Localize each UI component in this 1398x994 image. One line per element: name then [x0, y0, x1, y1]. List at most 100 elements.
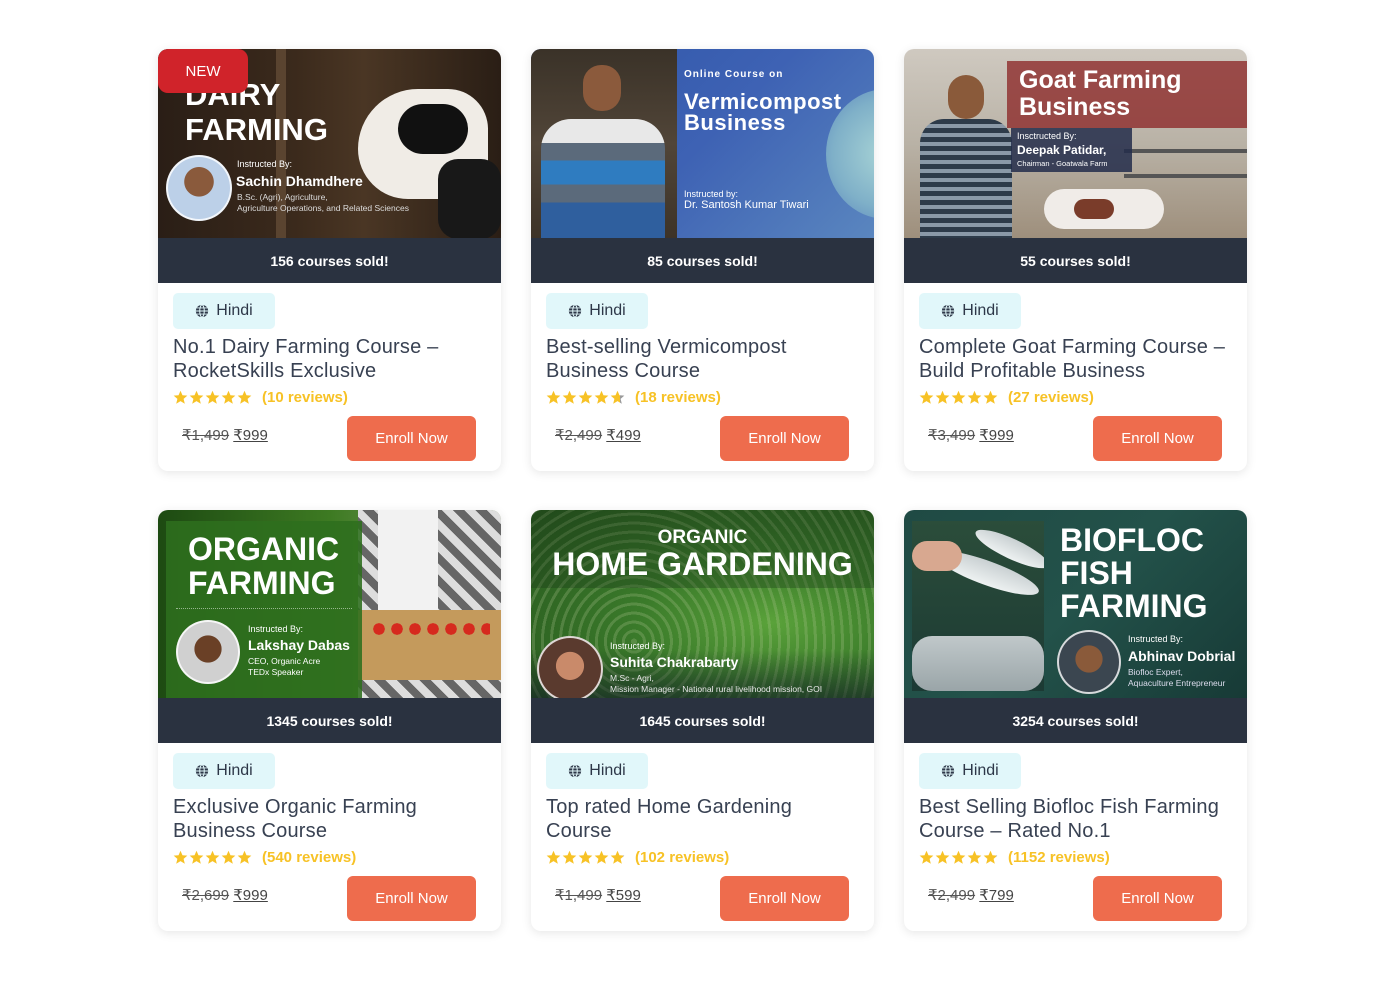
star-rating [173, 850, 252, 865]
star-rating [546, 390, 625, 405]
instructed-label: Instructed By: [248, 624, 304, 634]
courses-sold: 1345 courses sold! [158, 698, 501, 743]
course-title[interactable]: Complete Goat Farming Course – Build Pro… [919, 335, 1232, 383]
language-badge: Hindi [546, 753, 648, 789]
course-title[interactable]: No.1 Dairy Farming Course – RocketSkills… [173, 335, 486, 383]
sale-price: ₹999 [979, 427, 1014, 444]
globe-icon [196, 764, 209, 778]
course-card[interactable]: ORGANIC HOME GARDENING Instructed By: Su… [531, 510, 874, 931]
divider [176, 608, 352, 609]
star-icon [546, 390, 561, 404]
card-body: Hindi Exclusive Organic Farming Business… [158, 743, 501, 931]
price-row: ₹1,499 ₹599 Enroll Now [546, 876, 849, 921]
course-title[interactable]: Best-selling Vermicompost Business Cours… [546, 335, 859, 383]
course-thumbnail[interactable]: NEW DAIRY FARMING Instructed By: Sachin … [158, 49, 501, 238]
courses-sold: 3254 courses sold! [904, 698, 1247, 743]
new-badge: NEW [158, 49, 248, 93]
course-title[interactable]: Exclusive Organic Farming Business Cours… [173, 795, 486, 843]
rating: (27 reviews) [919, 385, 1232, 409]
course-card[interactable]: NEW DAIRY FARMING Instructed By: Sachin … [158, 49, 501, 471]
star-icon [221, 390, 236, 404]
course-card[interactable]: BIOFLOC FISH FARMING Instructed By: Abhi… [904, 510, 1247, 931]
review-count[interactable]: (18 reviews) [635, 389, 721, 406]
star-icon [189, 390, 204, 404]
instructor-name: Deepak Patidar, [1017, 143, 1107, 157]
original-price: ₹2,499 [928, 887, 976, 904]
star-icon [562, 390, 577, 404]
card-body: Hindi Complete Goat Farming Course – Bui… [904, 283, 1247, 471]
globe-icon [942, 304, 955, 318]
card-body: Hindi No.1 Dairy Farming Course – Rocket… [158, 283, 501, 471]
language-badge: Hindi [919, 753, 1021, 789]
instructed-label: Instructed By: [1128, 634, 1184, 644]
instructed-label: Insctructed By: [1017, 131, 1077, 141]
language-label: Hindi [216, 302, 253, 319]
instructor-credentials: Chairman - Goatwala Farm [1017, 159, 1108, 168]
instructor-name: Sachin Dhamdhere [236, 173, 363, 189]
instructor-avatar [537, 636, 603, 698]
course-card[interactable]: ORGANIC FARMING Instructed By: Lakshay D… [158, 510, 501, 931]
course-title[interactable]: Best Selling Biofloc Fish Farming Course… [919, 795, 1232, 843]
course-thumbnail[interactable]: Goat Farming Business Insctructed By: De… [904, 49, 1247, 238]
star-icon [935, 390, 950, 404]
star-icon [578, 850, 593, 864]
enroll-now-button[interactable]: Enroll Now [720, 416, 849, 461]
star-icon [967, 390, 982, 404]
star-icon [919, 390, 934, 404]
price-row: ₹2,499 ₹499 Enroll Now [546, 416, 849, 461]
course-thumbnail[interactable]: ORGANIC HOME GARDENING Instructed By: Su… [531, 510, 874, 698]
course-thumbnail[interactable]: BIOFLOC FISH FARMING Instructed By: Abhi… [904, 510, 1247, 698]
instructed-label: Instructed By: [610, 641, 666, 651]
instructor-credentials: B.Sc. (Agri), Agriculture, Agriculture O… [237, 192, 409, 213]
star-rating [546, 850, 625, 865]
star-icon [983, 390, 998, 404]
review-count[interactable]: (10 reviews) [262, 389, 348, 406]
instructor-name: Dr. Santosh Kumar Tiwari [684, 199, 809, 211]
star-icon [578, 390, 593, 404]
thumbnail-heading: Goat Farming Business [1019, 66, 1182, 121]
instructor-credentials: M.Sc - Agri, Mission Manager - National … [610, 673, 823, 694]
review-count[interactable]: (102 reviews) [635, 849, 729, 866]
course-card[interactable]: Goat Farming Business Insctructed By: De… [904, 49, 1247, 471]
courses-sold: 55 courses sold! [904, 238, 1247, 283]
sale-price: ₹999 [233, 887, 268, 904]
enroll-now-button[interactable]: Enroll Now [720, 876, 849, 921]
sale-price: ₹999 [233, 427, 268, 444]
instructor-avatar [176, 620, 240, 684]
price-row: ₹1,499 ₹999 Enroll Now [173, 416, 476, 461]
star-icon [951, 850, 966, 864]
review-count[interactable]: (540 reviews) [262, 849, 356, 866]
star-icon [594, 390, 609, 404]
review-count[interactable]: (27 reviews) [1008, 389, 1094, 406]
star-icon [205, 850, 220, 864]
star-icon [983, 850, 998, 864]
price-row: ₹3,499 ₹999 Enroll Now [919, 416, 1222, 461]
courses-sold: 1645 courses sold! [531, 698, 874, 743]
rating: (10 reviews) [173, 385, 486, 409]
price: ₹2,499 ₹499 [546, 416, 641, 444]
course-thumbnail[interactable]: ORGANIC FARMING Instructed By: Lakshay D… [158, 510, 501, 698]
rating: (1152 reviews) [919, 845, 1232, 869]
instructor-name: Suhita Chakrabarty [610, 654, 739, 670]
card-body: Hindi Top rated Home Gardening Course (1… [531, 743, 874, 931]
card-body: Hindi Best-selling Vermicompost Business… [531, 283, 874, 471]
star-icon [237, 850, 252, 864]
instructed-label: Instructed By: [237, 159, 293, 169]
course-title[interactable]: Top rated Home Gardening Course [546, 795, 859, 843]
enroll-now-button[interactable]: Enroll Now [1093, 416, 1222, 461]
language-label: Hindi [589, 302, 626, 319]
rating: (102 reviews) [546, 845, 859, 869]
star-icon [173, 850, 188, 864]
instructed-label: Instructed by: [684, 189, 739, 199]
review-count[interactable]: (1152 reviews) [1008, 849, 1110, 866]
course-card[interactable]: Online Course on Vermicompost Business I… [531, 49, 874, 471]
courses-sold: 156 courses sold! [158, 238, 501, 283]
enroll-now-button[interactable]: Enroll Now [347, 416, 476, 461]
star-icon [205, 390, 220, 404]
star-rating [173, 390, 252, 405]
language-badge: Hindi [173, 753, 275, 789]
enroll-now-button[interactable]: Enroll Now [347, 876, 476, 921]
star-rating [919, 390, 998, 405]
enroll-now-button[interactable]: Enroll Now [1093, 876, 1222, 921]
course-thumbnail[interactable]: Online Course on Vermicompost Business I… [531, 49, 874, 238]
